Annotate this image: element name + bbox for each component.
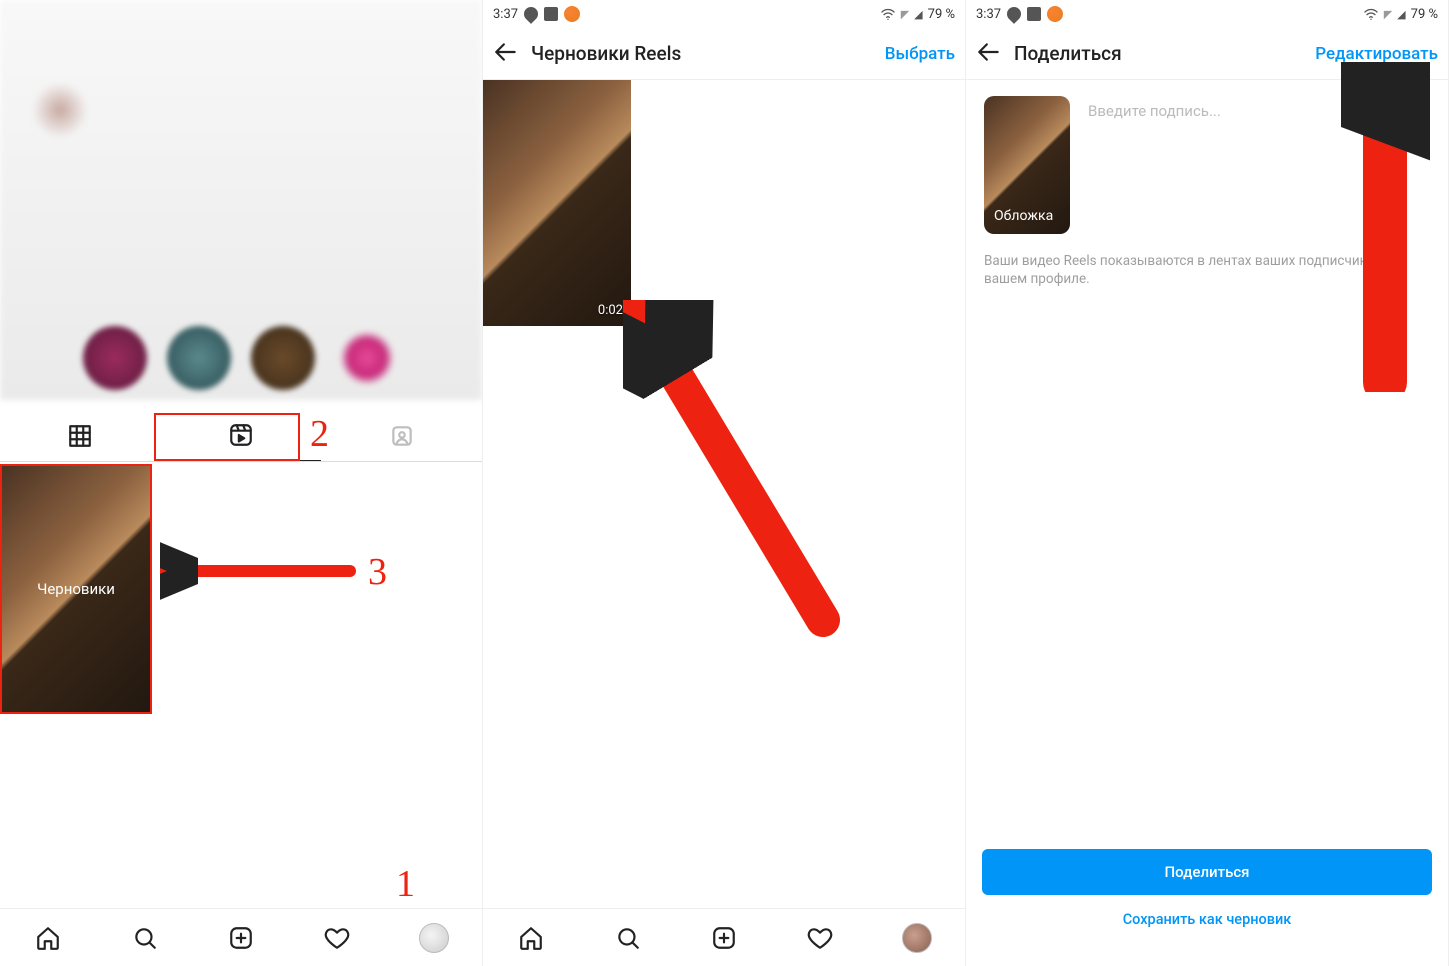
nav-create[interactable] [221,918,261,958]
back-button[interactable] [493,39,525,69]
share-button[interactable]: Поделиться [982,849,1432,895]
search-icon [615,925,641,951]
bottom-nav [483,908,965,966]
reels-icon [228,422,254,448]
image-icon [1027,7,1041,21]
heart-icon [807,925,833,951]
caption-input[interactable]: Введите подпись... [1088,96,1430,120]
profile-avatar-icon [902,923,932,953]
drafts-title: Черновики Reels [525,42,885,65]
annotation-number-1: 1 [396,862,415,906]
nav-activity[interactable] [317,918,357,958]
highlight-circle [251,326,315,390]
profile-tabbar [0,410,482,462]
touch-icon [1004,4,1024,24]
bottom-nav [0,908,482,966]
share-body: Обложка Введите подпись... Ваши видео Re… [966,80,1448,304]
drafts-header: Черновики Reels Выбрать [483,28,965,80]
draft-duration: 0:02 [598,303,623,318]
home-icon [35,925,61,951]
home-icon [518,925,544,951]
back-button[interactable] [976,39,1008,69]
cover-label: Обложка [994,208,1053,224]
nav-profile[interactable] [414,918,454,958]
profile-avatar-icon [419,923,449,953]
drafts-label: Черновики [37,580,115,598]
share-header: Поделиться Редактировать [966,28,1448,80]
pane-drafts: 3:37 ◤ ◢ 79 % Черновики Reels Выбрать 0:… [483,0,966,966]
back-arrow-icon [493,39,519,65]
share-title: Поделиться [1008,42,1315,65]
cover-thumbnail[interactable]: Обложка [984,96,1070,234]
nav-search[interactable] [125,918,165,958]
select-button[interactable]: Выбрать [885,44,955,64]
tagged-icon [389,423,415,449]
highlight-circle [83,326,147,390]
pane-profile: Черновики 2 3 1 [0,0,483,966]
plus-square-icon [711,925,737,951]
edit-button[interactable]: Редактировать [1315,44,1438,64]
annotation-number-3: 3 [368,550,387,594]
annotation-arrow-draft [623,300,843,640]
touch-icon [521,4,541,24]
tab-grid[interactable] [0,410,161,461]
nav-activity[interactable] [800,918,840,958]
status-time: 3:37 [493,7,518,22]
app-dot-icon [1047,6,1063,22]
tab-reels[interactable] [161,410,322,461]
story-highlights [6,326,476,390]
draft-item[interactable]: 0:02 [483,80,631,326]
grid-icon [67,423,93,449]
status-time: 3:37 [976,7,1001,22]
heart-icon [324,925,350,951]
nav-profile[interactable] [897,918,937,958]
app-dot-icon [564,6,580,22]
drafts-thumbnail[interactable]: Черновики [0,464,152,714]
back-arrow-icon [976,39,1002,65]
highlight-circle [167,326,231,390]
drafts-grid: 0:02 [483,80,965,326]
nav-create[interactable] [704,918,744,958]
nav-search[interactable] [608,918,648,958]
status-battery: 79 % [928,7,955,22]
status-battery: 79 % [1411,7,1438,22]
status-bar: 3:37 ◤ ◢ 79 % [966,0,1448,28]
plus-square-icon [228,925,254,951]
reels-visibility-info: Ваши видео Reels показываются в лентах в… [984,252,1430,288]
nav-home[interactable] [28,918,68,958]
search-icon [132,925,158,951]
profile-blurred-area [0,0,482,400]
share-footer: Поделиться Сохранить как черновик [982,849,1432,928]
highlight-circle [335,326,399,390]
pane-share: 3:37 ◤ ◢ 79 % Поделиться Редактировать О… [966,0,1449,966]
annotation-arrow-3 [160,541,360,601]
wifi-icon [1363,6,1379,22]
tab-tagged[interactable] [321,410,482,461]
nav-home[interactable] [511,918,551,958]
wifi-icon [880,6,896,22]
save-draft-link[interactable]: Сохранить как черновик [1123,911,1292,928]
status-bar: 3:37 ◤ ◢ 79 % [483,0,965,28]
image-icon [544,7,558,21]
